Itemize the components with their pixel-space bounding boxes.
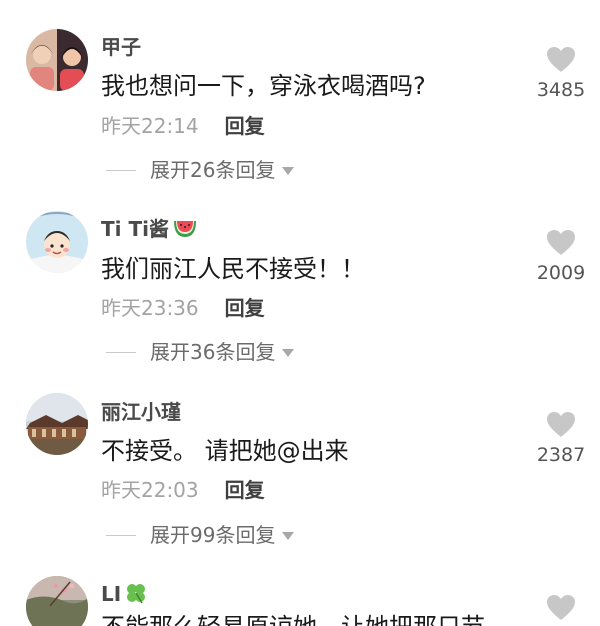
expand-replies-label: 展开36条回复 — [150, 340, 276, 364]
watermelon-icon — [173, 218, 197, 243]
like-count: 2009 — [536, 262, 586, 284]
like-button[interactable]: 2387 — [528, 411, 594, 466]
username-text: Ti Ti酱 — [101, 217, 169, 241]
username[interactable]: 甲子 — [101, 35, 141, 59]
expand-replies-label: 展开26条回复 — [150, 158, 276, 182]
comment-text: 我也想问一下，穿泳衣喝酒吗? — [101, 72, 426, 100]
comment-meta: 昨天22:14 回复 — [101, 114, 265, 138]
four-leaf-clover-icon — [125, 582, 147, 609]
heart-icon — [547, 412, 575, 437]
comment-meta: 昨天22:03 回复 — [101, 478, 265, 502]
avatar[interactable] — [26, 576, 88, 626]
caret-down-icon — [281, 526, 295, 545]
username[interactable]: 丽江小瑾 — [101, 400, 181, 424]
comment-text: 不能那么轻易原谅她，让她把那只节 — [101, 612, 485, 626]
heart-icon — [547, 230, 575, 255]
expand-replies-button[interactable]: 展开26条回复 — [106, 158, 295, 182]
divider-line — [106, 351, 136, 353]
comment-time: 昨天22:03 — [101, 478, 199, 502]
comment-time: 昨天23:36 — [101, 296, 199, 320]
like-count: 2387 — [536, 444, 586, 466]
username[interactable]: LI — [101, 582, 147, 609]
avatar[interactable] — [26, 393, 88, 455]
heart-icon — [547, 47, 575, 72]
username-text: LI — [101, 582, 122, 606]
avatar[interactable] — [26, 29, 88, 91]
caret-down-icon — [281, 343, 295, 362]
reply-button[interactable]: 回复 — [225, 478, 265, 502]
caret-down-icon — [281, 161, 295, 180]
like-count: 3485 — [536, 79, 586, 101]
expand-replies-button[interactable]: 展开99条回复 — [106, 523, 295, 547]
comment-time: 昨天22:14 — [101, 114, 199, 138]
comment-text: 我们丽江人民不接受！！ — [101, 255, 365, 283]
heart-icon — [547, 595, 575, 620]
comment-text: 不接受。 请把她@出来 — [101, 437, 349, 465]
reply-button[interactable]: 回复 — [225, 114, 265, 138]
like-button[interactable]: 3485 — [528, 46, 594, 101]
divider-line — [106, 534, 136, 536]
username[interactable]: Ti Ti酱 — [101, 217, 197, 243]
divider-line — [106, 169, 136, 171]
reply-button[interactable]: 回复 — [225, 296, 265, 320]
expand-replies-label: 展开99条回复 — [150, 523, 276, 547]
expand-replies-button[interactable]: 展开36条回复 — [106, 340, 295, 364]
comment-meta: 昨天23:36 回复 — [101, 296, 265, 320]
like-button[interactable] — [528, 594, 594, 621]
avatar[interactable] — [26, 211, 88, 273]
like-button[interactable]: 2009 — [528, 229, 594, 284]
comment-feed: 甲子 我也想问一下，穿泳衣喝酒吗? 昨天22:14 回复 展开26条回复 3485 — [0, 0, 600, 626]
